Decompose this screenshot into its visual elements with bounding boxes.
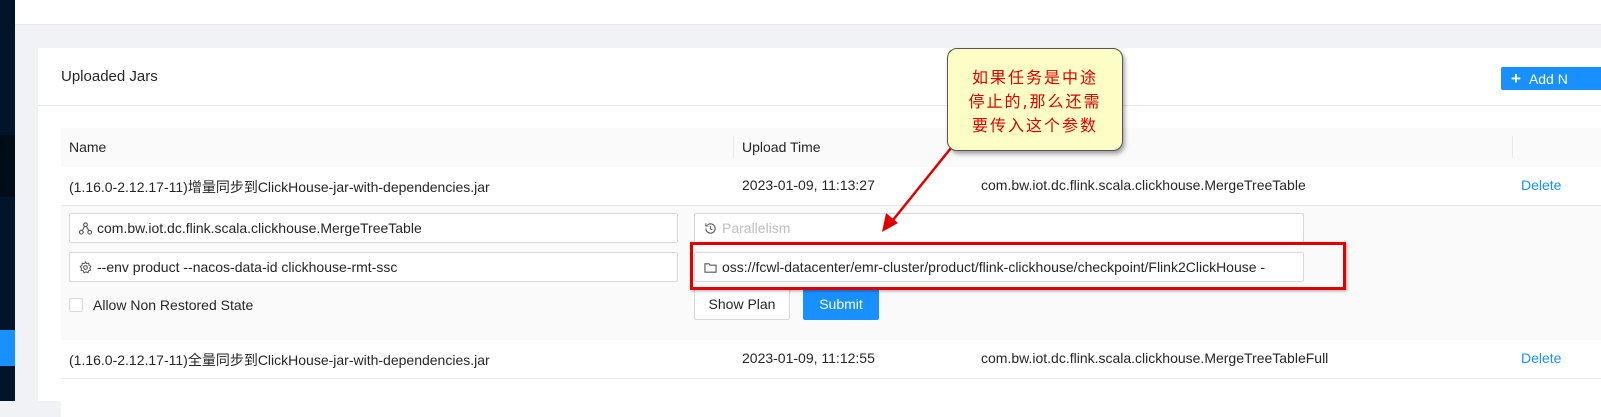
submit-button[interactable]: Submit [803,288,879,320]
table-row-partial [61,379,1601,417]
gear-icon [79,261,92,274]
top-header [15,0,1601,25]
table-row[interactable]: (1.16.0-2.12.17-11)全量同步到ClickHouse-jar-w… [61,340,1601,379]
allow-non-restored-label: Allow Non Restored State [93,297,254,313]
annotation-line: 停止的,那么还需 [968,92,1102,111]
uploaded-jars-card: Uploaded Jars + Add N Name Upload Time (1… [38,48,1601,417]
annotation-callout: 如果任务是中途 停止的,那么还需 要传入这个参数 [947,48,1123,151]
annotation-line: 如果任务是中途 [971,68,1098,87]
parallelism-input[interactable]: Parallelism [694,213,1304,243]
sidebar-item[interactable] [0,135,15,197]
show-plan-button[interactable]: Show Plan [694,288,790,320]
jar-name: (1.16.0-2.12.17-11)增量同步到ClickHouse-jar-w… [69,179,490,195]
column-header-name[interactable]: Name [69,139,106,155]
jar-name: (1.16.0-2.12.17-11)全量同步到ClickHouse-jar-w… [69,352,490,368]
entry-class-value: com.bw.iot.dc.flink.scala.clickhouse.Mer… [97,220,422,236]
program-args-input[interactable]: --env product --nacos-data-id clickhouse… [69,252,678,282]
parallelism-placeholder: Parallelism [722,220,791,236]
column-divider [1512,136,1513,158]
column-divider [733,136,734,158]
add-new-label: Add N [1528,71,1568,87]
sidebar [0,0,15,401]
entry-class-input[interactable]: com.bw.iot.dc.flink.scala.clickhouse.Mer… [69,213,678,243]
annotation-line: 要传入这个参数 [971,116,1098,135]
column-header-upload-time[interactable]: Upload Time [742,139,821,155]
entry-class: com.bw.iot.dc.flink.scala.clickhouse.Mer… [981,177,1306,193]
add-new-button[interactable]: + Add N [1501,67,1601,90]
program-args-value: --env product --nacos-data-id clickhouse… [97,259,398,275]
card-header-divider [38,105,1601,106]
upload-time: 2023-01-09, 11:13:27 [742,177,875,193]
delete-link[interactable]: Delete [1521,350,1561,366]
table-row[interactable]: (1.16.0-2.12.17-11)增量同步到ClickHouse-jar-w… [61,167,1601,206]
parallelism-icon [705,223,716,234]
plus-icon: + [1511,69,1521,88]
table-header: Name Upload Time [61,128,1601,168]
entry-class: com.bw.iot.dc.flink.scala.clickhouse.Mer… [981,350,1329,366]
entry-class-icon [79,222,92,235]
highlight-rectangle [690,242,1346,290]
delete-link[interactable]: Delete [1521,177,1561,193]
allow-non-restored-checkbox[interactable] [69,298,83,312]
sidebar-item-active[interactable] [0,330,15,366]
upload-time: 2023-01-09, 11:12:55 [742,350,875,366]
card-title: Uploaded Jars [61,68,158,85]
